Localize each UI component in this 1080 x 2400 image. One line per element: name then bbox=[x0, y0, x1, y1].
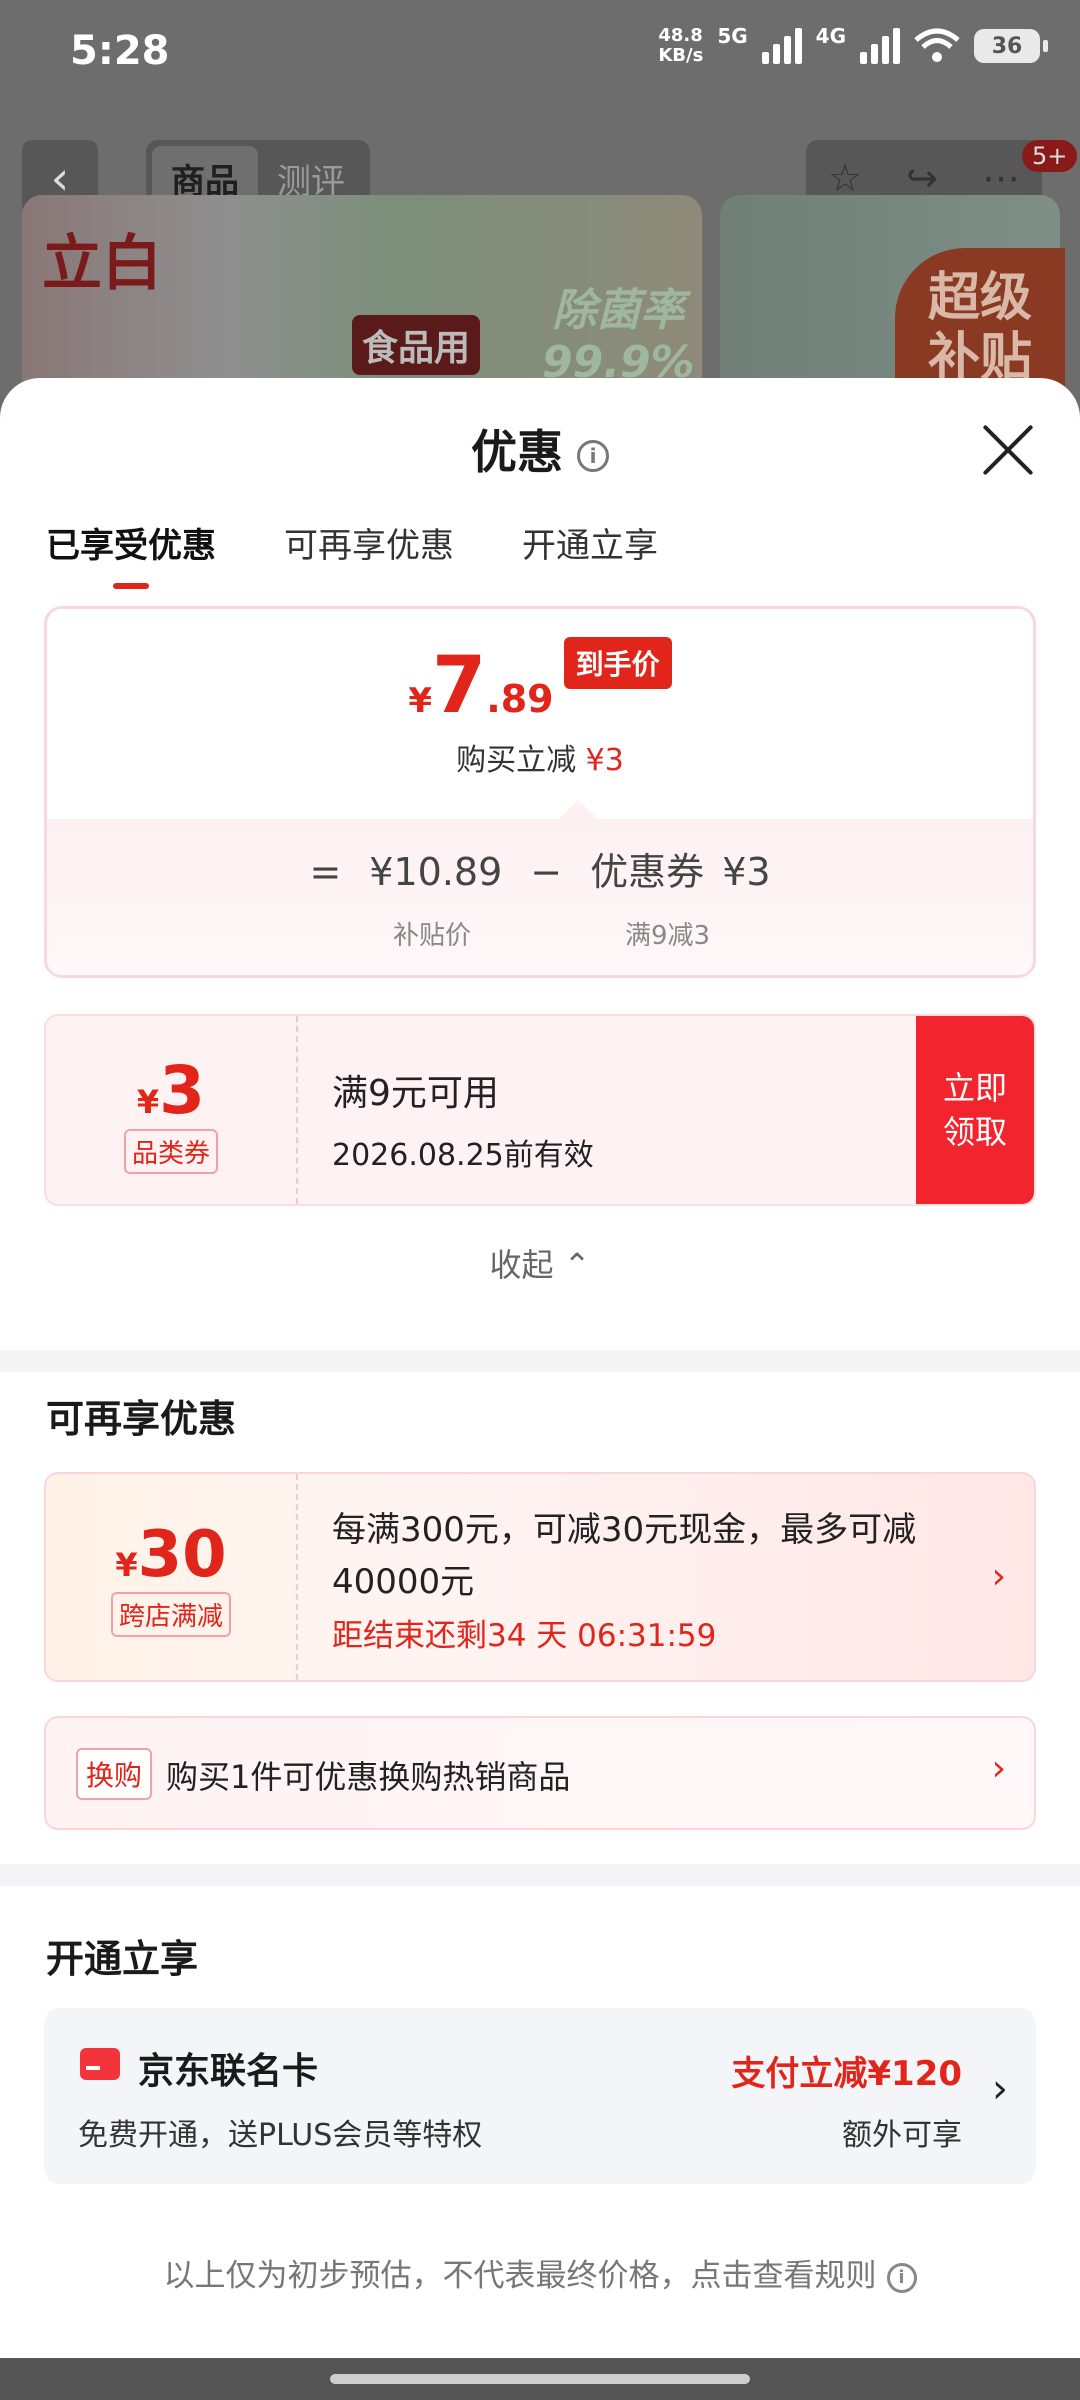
category-coupon: ¥3 品类券 满9元可用 2026.08.25前有效 立即 领取 bbox=[44, 1014, 1036, 1206]
final-price: ¥7.89到手价 bbox=[47, 637, 1033, 731]
chevron-right-icon: › bbox=[992, 2066, 1008, 2112]
credit-card-icon bbox=[80, 2048, 120, 2080]
final-price-tag: 到手价 bbox=[563, 637, 672, 689]
promo-type-tag: 跨店满减 bbox=[110, 1592, 231, 1637]
promo-description: 每满300元，可减30元现金，最多可减40000元 bbox=[332, 1510, 917, 1602]
price-formula: = ¥10.89− 优惠券 ¥3 bbox=[309, 850, 771, 894]
chevron-right-icon: › bbox=[991, 1556, 1006, 1597]
coupon-validity: 2026.08.25前有效 bbox=[332, 1138, 594, 1173]
status-bar: 5:28 48.8 KB/s 5G 4G 36 bbox=[0, 0, 1080, 110]
sheet-title: 优惠 i bbox=[0, 416, 1080, 482]
swap-description: 购买1件可优惠换购热销商品 bbox=[166, 1758, 571, 1796]
network-4g-label: 4G bbox=[815, 24, 846, 48]
card-payment-discount: 支付立减¥120 bbox=[731, 2054, 962, 2094]
tab-enjoyed[interactable]: 已享受优惠 bbox=[46, 518, 216, 589]
message-badge: 5+ bbox=[1022, 140, 1078, 172]
signal-icon bbox=[761, 28, 802, 64]
coupon-amount: ¥3 bbox=[136, 1052, 206, 1129]
status-icons: 48.8 KB/s 5G 4G 36 bbox=[658, 24, 1048, 66]
swap-purchase-row[interactable]: 换购 购买1件可优惠换购热销商品 › bbox=[44, 1716, 1036, 1830]
wifi-icon bbox=[914, 28, 960, 62]
coupon-condition: 满9元可用 bbox=[332, 1073, 499, 1114]
swap-tag: 换购 bbox=[76, 1748, 153, 1800]
more-discounts-title: 可再享优惠 bbox=[46, 1397, 237, 1441]
subsidy-price-label: 补贴价 bbox=[393, 921, 472, 951]
card-extra-label: 额外可享 bbox=[842, 2118, 962, 2153]
brand-logo: 立白 bbox=[42, 229, 162, 299]
promo-countdown: 距结束还剩34 天 06:31:59 bbox=[332, 1618, 717, 1654]
promo-amount: ¥30 bbox=[115, 1518, 227, 1592]
more-icon[interactable]: ⋯ bbox=[982, 156, 1020, 200]
price-disclaimer[interactable]: 以上仅为初步预估，不代表最终价格，点击查看规则 i bbox=[0, 2250, 1080, 2295]
card-benefits: 免费开通，送PLUS会员等特权 bbox=[78, 2118, 483, 2153]
favorite-star-icon[interactable]: ☆ bbox=[828, 156, 862, 200]
co-brand-card-offer[interactable]: 京东联名卡 免费开通，送PLUS会员等特权 支付立减¥120 额外可享 › bbox=[44, 2008, 1036, 2184]
info-icon[interactable]: i bbox=[577, 439, 609, 472]
discount-sheet: 优惠 i 已享受优惠 可再享优惠 开通立享 ¥7.89到手价 购买立减 ¥3 = ¥… bbox=[0, 378, 1080, 2358]
tab-join[interactable]: 开通立享 bbox=[522, 518, 658, 589]
chevron-right-icon: › bbox=[991, 1748, 1006, 1789]
price-reduction: 购买立减 ¥3 bbox=[456, 743, 624, 778]
collapse-toggle[interactable]: 收起 ⌃ bbox=[0, 1240, 1080, 1286]
coupon-rule-label: 满9减3 bbox=[625, 921, 711, 951]
germ-rate-label: 除菌率 99.9% bbox=[542, 285, 695, 388]
super-subsidy-badge: 超级 补贴 bbox=[895, 248, 1065, 398]
coupon-type-tag: 品类券 bbox=[123, 1129, 218, 1174]
claim-coupon-button[interactable]: 立即 领取 bbox=[916, 1016, 1034, 1204]
network-5g-label: 5G bbox=[717, 24, 748, 48]
cross-store-promo[interactable]: ¥30 跨店满减 每满300元，可减30元现金，最多可减40000元 距结束还剩… bbox=[44, 1472, 1036, 1682]
section-divider bbox=[0, 1350, 1080, 1372]
tab-more[interactable]: 可再享优惠 bbox=[284, 518, 454, 589]
price-card: ¥7.89到手价 购买立减 ¥3 = ¥10.89− 优惠券 ¥3 补贴价 满9减3 bbox=[44, 606, 1036, 978]
network-speed: 48.8 KB/s bbox=[658, 25, 704, 66]
share-icon[interactable]: ↪ bbox=[906, 156, 938, 200]
close-icon[interactable] bbox=[980, 422, 1036, 478]
info-icon[interactable]: i bbox=[886, 2262, 917, 2293]
product-image: 立白 食品用 除菌率 99.9% bbox=[22, 195, 702, 395]
food-label: 食品用 bbox=[352, 315, 481, 375]
section-divider bbox=[0, 1864, 1080, 1886]
battery-icon: 36 bbox=[974, 29, 1048, 63]
discount-tabs: 已享受优惠 可再享优惠 开通立享 bbox=[46, 518, 658, 589]
home-indicator[interactable] bbox=[330, 2374, 750, 2384]
card-name: 京东联名卡 bbox=[138, 2051, 319, 2092]
signal-icon-2 bbox=[860, 28, 900, 64]
join-section-title: 开通立享 bbox=[46, 1937, 199, 1981]
status-time: 5:28 bbox=[70, 28, 170, 74]
